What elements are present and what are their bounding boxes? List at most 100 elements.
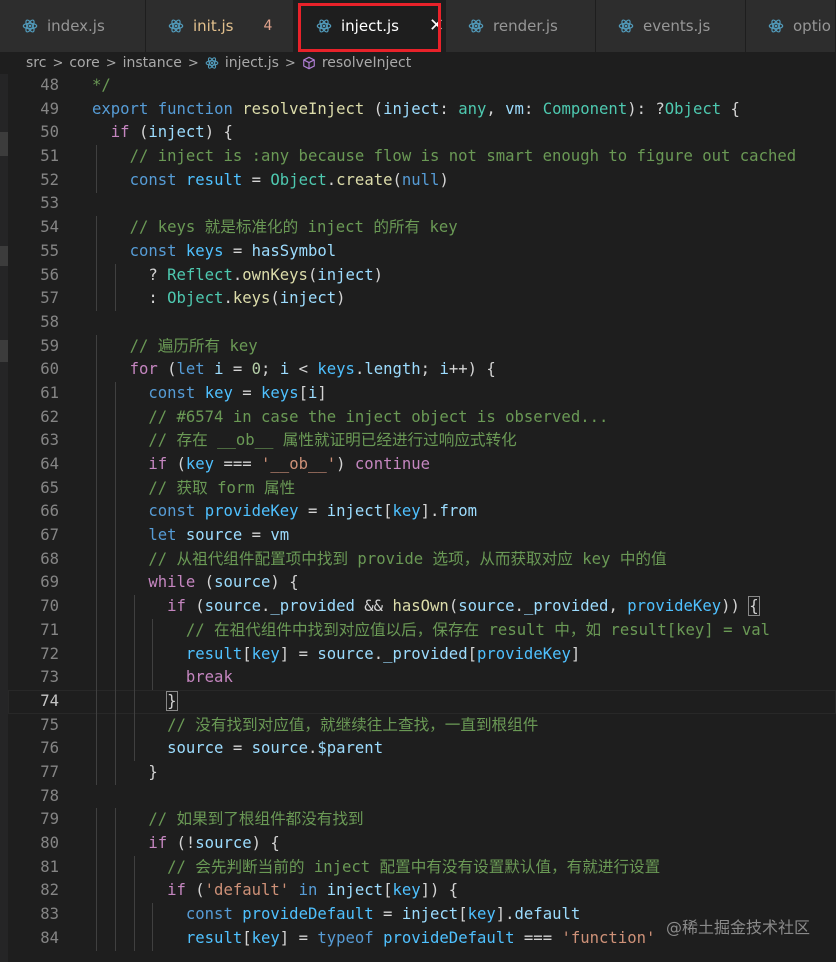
code-text: // keys 就是标准化的 inject 的所有 key bbox=[92, 216, 458, 240]
code-token: < bbox=[289, 360, 318, 379]
code-line[interactable]: 57 : Object.keys(inject) bbox=[8, 287, 836, 312]
tab-init-js[interactable]: init.js 4 bbox=[146, 0, 294, 52]
code-token: : bbox=[439, 99, 459, 118]
code-token: source bbox=[317, 644, 374, 663]
breadcrumb-item[interactable]: inject.js bbox=[225, 55, 279, 71]
code-line[interactable]: 72 result[key] = source._provided[provid… bbox=[8, 642, 836, 667]
code-token: ( bbox=[307, 265, 318, 284]
code-token: Reflect bbox=[167, 265, 233, 284]
line-number: 51 bbox=[40, 147, 59, 166]
code-line[interactable]: 69 while (source) { bbox=[8, 571, 836, 596]
code-line[interactable]: 52 const result = Object.create(null) bbox=[8, 168, 836, 193]
line-number: 73 bbox=[40, 668, 59, 687]
code-token: hasOwn bbox=[392, 597, 449, 616]
close-tab-icon[interactable]: ✕ bbox=[429, 17, 444, 35]
code-editor[interactable]: 48 */49 export function resolveInject (inj… bbox=[8, 74, 836, 962]
code-token: i bbox=[279, 360, 290, 379]
code-line[interactable]: 81 // 会先判断当前的 inject 配置中有没有设置默认值，有就进行设置 bbox=[8, 855, 836, 880]
code-line[interactable]: 68 // 从祖代组件配置项中找到 provide 选项，从而获取对应 key … bbox=[8, 547, 836, 572]
code-text: : Object.keys(inject) bbox=[92, 287, 345, 311]
code-line[interactable]: 66 const provideKey = inject[key].from bbox=[8, 500, 836, 525]
code-token: } bbox=[166, 690, 178, 711]
code-token: = bbox=[223, 739, 252, 758]
code-line[interactable]: 67 let source = vm bbox=[8, 524, 836, 549]
code-line[interactable]: 80 if (!source) { bbox=[8, 832, 836, 856]
code-comment: // 遍历所有 key bbox=[129, 336, 258, 355]
code-line[interactable]: 73 break bbox=[8, 666, 836, 691]
breadcrumb-item[interactable]: core bbox=[69, 55, 99, 71]
code-line[interactable]: 77 } bbox=[8, 760, 836, 785]
code-line[interactable]: 56 ? Reflect.ownKeys(inject) bbox=[8, 263, 836, 288]
code-line[interactable]: 48 */ bbox=[8, 74, 836, 98]
code-token: from bbox=[439, 502, 477, 521]
code-line[interactable]: 53 bbox=[8, 192, 836, 216]
code-token: 0 bbox=[251, 360, 262, 379]
code-token: ( bbox=[364, 99, 384, 118]
code-line[interactable]: 82 if ('default' in inject[key]) { bbox=[8, 879, 836, 904]
code-line[interactable]: 63 // 存在 __ob__ 属性就证明已经进行过响应式转化 bbox=[8, 429, 836, 454]
code-token: hasSymbol bbox=[251, 241, 337, 260]
line-number: 64 bbox=[40, 455, 59, 473]
code-comment: // 获取 form 属性 bbox=[148, 478, 296, 497]
code-line[interactable]: 60 for (let i = 0; i < keys.length; i++)… bbox=[8, 358, 836, 383]
code-line[interactable]: 51 // inject is :any because flow is not… bbox=[8, 145, 836, 170]
breadcrumb-item[interactable]: resolveInject bbox=[322, 55, 411, 71]
tab-label: events.js bbox=[643, 17, 711, 35]
code-text: export function resolveInject (inject: a… bbox=[92, 98, 740, 122]
code-token: key bbox=[185, 455, 215, 473]
breadcrumb-item[interactable]: instance bbox=[123, 55, 182, 71]
code-token: export bbox=[92, 99, 149, 118]
code-line[interactable]: 59 // 遍历所有 key bbox=[8, 334, 836, 359]
code-text: result[key] = typeof provideDefault === … bbox=[92, 927, 655, 951]
code-line[interactable]: 74 } bbox=[8, 689, 836, 714]
code-token: key bbox=[251, 928, 280, 947]
code-line[interactable]: 75 // 没有找到对应值，就继续往上查找，一直到根组件 bbox=[8, 713, 836, 738]
breadcrumb-item[interactable]: src bbox=[26, 55, 46, 71]
code-line[interactable]: 49 export function resolveInject (inject:… bbox=[8, 98, 836, 122]
code-comment: // 从祖代组件配置项中找到 provide 选项，从而获取对应 key 中的值 bbox=[148, 549, 667, 568]
code-line[interactable]: 55 const keys = hasSymbol bbox=[8, 239, 836, 264]
code-comment: // 存在 __ob__ 属性就证明已经进行过响应式转化 bbox=[148, 431, 517, 450]
code-token: keys bbox=[185, 241, 224, 260]
code-line[interactable]: 78 bbox=[8, 785, 836, 809]
code-line[interactable]: 54 // keys 就是标准化的 inject 的所有 key bbox=[8, 216, 836, 241]
tab-inject-js[interactable]: inject.js ✕ bbox=[294, 0, 446, 52]
tab-events-js[interactable]: events.js bbox=[596, 0, 746, 52]
code-line[interactable]: 65 // 获取 form 属性 bbox=[8, 476, 836, 501]
code-line[interactable]: 76 source = source.$parent bbox=[8, 737, 836, 762]
line-number: 68 bbox=[40, 549, 59, 568]
line-number: 53 bbox=[40, 194, 59, 213]
code-token: const bbox=[148, 502, 196, 521]
code-token: : bbox=[523, 99, 543, 118]
tab-optio[interactable]: optio bbox=[746, 0, 836, 52]
code-line[interactable]: 79 // 如果到了根组件都没有找到 bbox=[8, 808, 836, 833]
code-line[interactable]: 64 if (key === '__ob__') continue bbox=[8, 453, 836, 477]
code-token: if bbox=[148, 834, 168, 852]
tab-index-js[interactable]: index.js bbox=[0, 0, 146, 52]
tab-label: render.js bbox=[493, 17, 558, 35]
tab-render-js[interactable]: render.js bbox=[446, 0, 596, 52]
code-line[interactable]: 50 if (inject) { bbox=[8, 121, 836, 145]
code-text: result[key] = source._provided[provideKe… bbox=[92, 643, 580, 667]
code-token: $parent bbox=[317, 739, 384, 758]
code-token: inject bbox=[401, 905, 459, 924]
code-line[interactable]: 71 // 在祖代组件中找到对应值以后，保存在 result 中，如 resul… bbox=[8, 618, 836, 643]
strip-marker bbox=[0, 246, 8, 266]
code-line[interactable]: 61 const key = keys[i] bbox=[8, 381, 836, 406]
code-line[interactable]: 70 if (source._provided && hasOwn(source… bbox=[8, 595, 836, 620]
code-token: source bbox=[185, 526, 243, 545]
code-line[interactable]: 62 // #6574 in case the inject object is… bbox=[8, 405, 836, 430]
code-token: source bbox=[167, 739, 224, 758]
code-token: function bbox=[157, 99, 233, 118]
code-token: . bbox=[514, 597, 524, 616]
code-line[interactable]: 58 bbox=[8, 311, 836, 335]
